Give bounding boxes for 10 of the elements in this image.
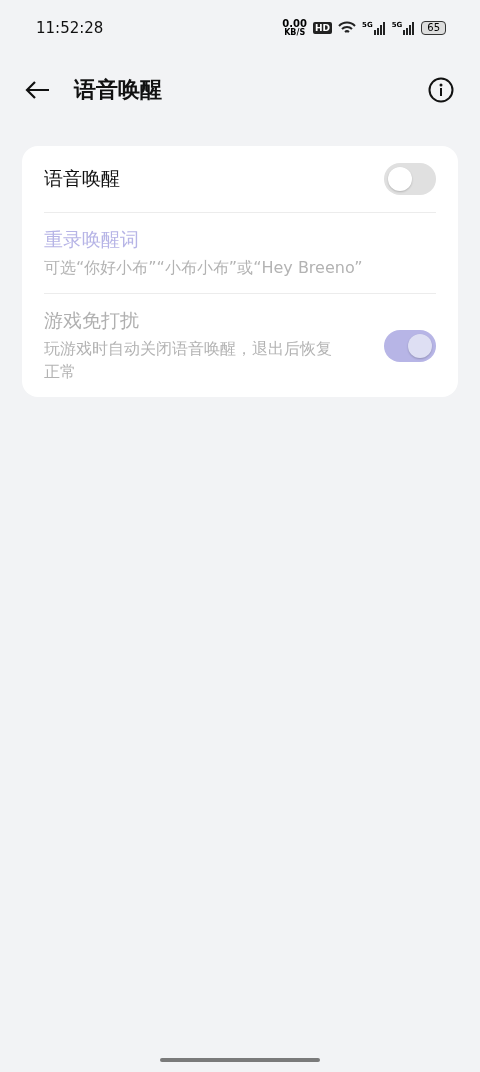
- setting-description: 可选“你好小布”“小布小布”或“Hey Breeno”: [44, 257, 364, 279]
- hd-badge: HD: [313, 22, 332, 34]
- speed-unit: KB/S: [284, 29, 306, 37]
- network-speed: 0.00: [282, 19, 307, 29]
- status-time: 11:52:28: [36, 19, 104, 37]
- setting-title: 游戏免打扰: [44, 308, 140, 334]
- battery-level: 65: [421, 21, 446, 35]
- page-title: 语音唤醒: [74, 76, 163, 104]
- setting-description: 玩游戏时自动关闭语音唤醒，退出后恢复正常: [44, 338, 333, 383]
- setting-title: 语音唤醒: [44, 166, 121, 191]
